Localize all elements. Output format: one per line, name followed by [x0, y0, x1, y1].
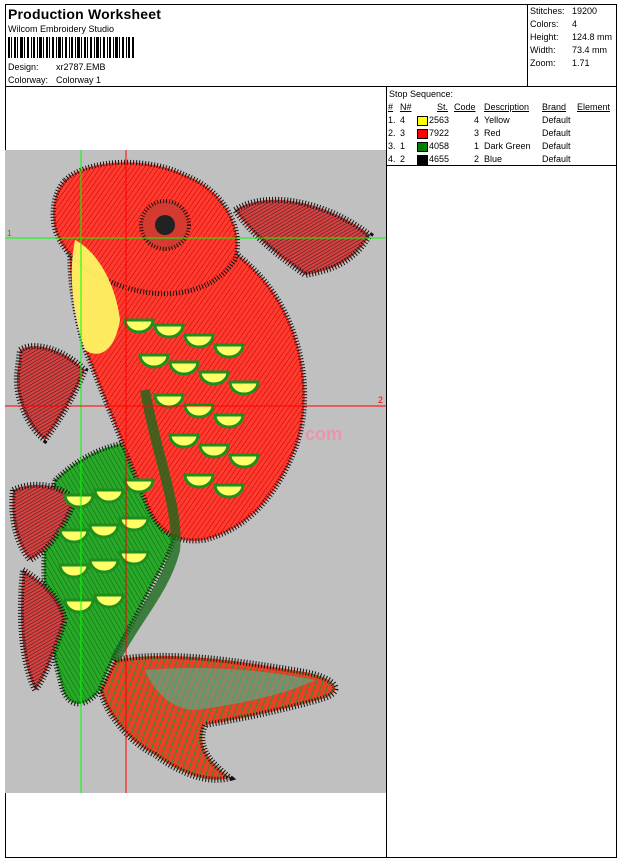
stat-height: Height: 124.8 mm	[530, 32, 612, 44]
stat-label: Colors:	[530, 19, 559, 29]
row-num: 4.	[388, 154, 396, 164]
row-needle: 3	[400, 128, 406, 138]
col-header-brand: Brand	[542, 102, 567, 112]
stat-value: 124.8 mm	[572, 32, 613, 42]
stat-label: Zoom:	[530, 58, 556, 68]
row-brand: Default	[542, 141, 571, 151]
design-panel: 1 2 com	[5, 87, 387, 857]
row-needle: 4	[400, 115, 406, 125]
col-header-num: #	[388, 102, 394, 112]
stat-value: 4	[572, 19, 578, 29]
stop-row: 2. 3 7922 3 Red Default	[387, 128, 616, 141]
worksheet-frame: Production Worksheet Wilcom Embroidery S…	[5, 4, 617, 858]
row-needle: 2	[400, 154, 406, 164]
watermark-text: com	[305, 424, 342, 444]
color-swatch	[417, 116, 428, 126]
stat-value: 19200	[572, 6, 598, 16]
colorway-row: Colorway: Colorway 1	[8, 75, 101, 85]
color-swatch	[417, 155, 428, 165]
color-swatch	[417, 129, 428, 139]
stat-stitches: Stitches: 19200	[530, 6, 597, 18]
design-label: Design:	[8, 62, 39, 72]
row-stitches: 2563	[429, 115, 450, 125]
row-num: 1.	[388, 115, 396, 125]
row-code: 3	[474, 128, 480, 138]
koi-fish-embroidery-image: 1 2 com	[5, 150, 386, 793]
row-description: Red	[484, 128, 501, 138]
color-swatch	[417, 142, 428, 152]
row-brand: Default	[542, 128, 571, 138]
col-header-element: Element	[577, 102, 611, 112]
row-needle: 1	[400, 141, 406, 151]
design-filename: xr2787.EMB	[56, 62, 106, 72]
stop-row: 1. 4 2563 4 Yellow Default	[387, 115, 616, 128]
guide-marker-2: 2	[378, 395, 383, 405]
stat-value: 1.71	[572, 58, 590, 68]
col-header-n: N#	[400, 102, 412, 112]
row-description: Yellow	[484, 115, 510, 125]
stat-width: Width: 73.4 mm	[530, 45, 607, 57]
stat-value: 73.4 mm	[572, 45, 608, 55]
stop-row: 3. 1 4058 1 Dark Green Default	[387, 141, 616, 154]
row-num: 3.	[388, 141, 396, 151]
stat-zoom: Zoom: 1.71	[530, 58, 590, 70]
colorway-label: Colorway:	[8, 75, 49, 85]
row-code: 1	[474, 141, 480, 151]
stat-colors: Colors: 4	[530, 19, 577, 31]
row-description: Blue	[484, 154, 503, 164]
row-num: 2.	[388, 128, 396, 138]
colorway-value: Colorway 1	[56, 75, 102, 85]
row-brand: Default	[542, 154, 571, 164]
page-title: Production Worksheet	[8, 6, 162, 22]
stats-panel: Stitches: 19200 Colors: 4 Height: 124.8 mm …	[528, 5, 616, 87]
design-row: Design: xr2787.EMB	[8, 62, 106, 72]
guide-marker-1: 1	[7, 229, 12, 238]
col-header-st: St.	[437, 102, 449, 112]
stat-label: Height:	[530, 32, 559, 42]
row-stitches: 4655	[429, 154, 450, 164]
row-stitches: 4058	[429, 141, 450, 151]
stop-sequence-caption: Stop Sequence:	[389, 89, 454, 99]
software-name: Wilcom Embroidery Studio	[8, 24, 115, 34]
row-brand: Default	[542, 115, 571, 125]
row-description: Dark Green	[484, 141, 531, 151]
stat-label: Width:	[530, 45, 556, 55]
design-preview: 1 2 com	[5, 150, 386, 793]
worksheet-header: Production Worksheet Wilcom Embroidery S…	[6, 5, 528, 87]
stop-row: 4. 2 4655 2 Blue Default	[387, 154, 616, 167]
row-stitches: 7922	[429, 128, 450, 138]
col-header-code: Code	[454, 102, 476, 112]
col-header-description: Description	[484, 102, 530, 112]
row-code: 4	[474, 115, 480, 125]
row-code: 2	[474, 154, 480, 164]
stop-sequence-panel: Stop Sequence: # N# St. Code Description…	[387, 87, 616, 166]
barcode-image	[8, 37, 134, 58]
stat-label: Stitches:	[530, 6, 565, 16]
